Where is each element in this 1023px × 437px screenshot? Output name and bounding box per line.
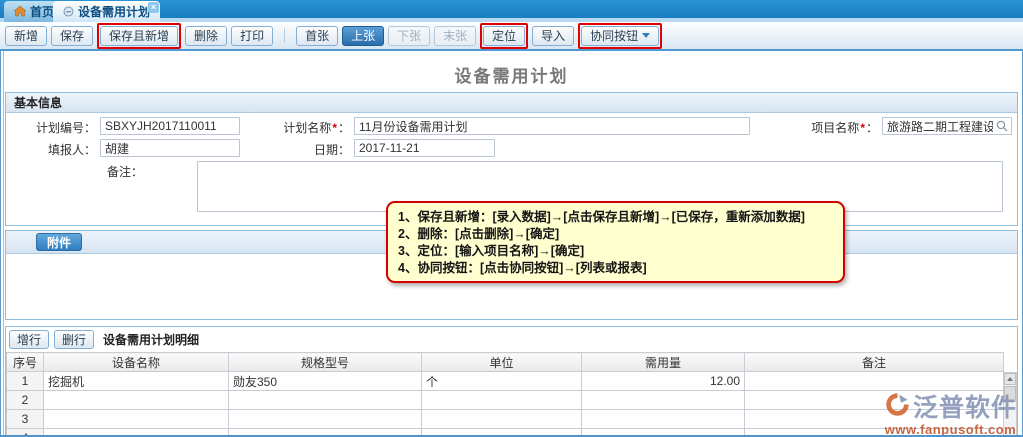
cell-no: 2 (7, 391, 44, 410)
vendor-watermark: 泛普软件 www.fanpusoft.com (884, 388, 1017, 437)
form-icon (63, 6, 74, 17)
required-mark: * (860, 121, 865, 135)
delete-row-button[interactable]: 删行 (54, 330, 94, 349)
table-row: 3 (7, 410, 1004, 429)
table-row: 2 (7, 391, 1004, 410)
reporter-label: 填报人： (8, 141, 96, 159)
collab-dropdown-label: 协同按钮 (590, 27, 638, 44)
app-window: 首页 设备需用计划 × 新增 保存 保存且新增 删除 打印 首张 上张 下张 末… (0, 0, 1023, 437)
home-icon (14, 6, 26, 17)
search-icon[interactable] (996, 120, 1008, 135)
cell-equipment-name[interactable]: 挖掘机 (44, 372, 229, 391)
tab-close-icon[interactable]: × (148, 2, 159, 13)
detail-table: 序号 设备名称 规格型号 单位 需用量 备注 1 挖掘机 勋友350 个 12.… (6, 352, 1004, 437)
vendor-logo-icon (884, 391, 911, 421)
frame-left-line (3, 51, 4, 437)
highlight-box-locate: 定位 (480, 23, 528, 49)
toolbar-separator (284, 28, 285, 43)
prev-record-button[interactable]: 上张 (342, 26, 384, 46)
required-mark: * (332, 121, 337, 135)
import-button[interactable]: 导入 (532, 26, 574, 46)
detail-section: 增行 删行 设备需用计划明细 序号 设备名称 规格型号 单位 需用量 备注 1 … (5, 326, 1018, 437)
add-row-button[interactable]: 增行 (9, 330, 49, 349)
plan-no-label: 计划编号： (8, 119, 96, 137)
vendor-brand: 泛普软件 (913, 388, 1017, 424)
basic-info-header: 基本信息 (6, 93, 1017, 113)
col-qty: 需用量 (582, 353, 745, 372)
date-field[interactable] (354, 139, 495, 157)
col-remark: 备注 (745, 353, 1004, 372)
callout-line: 4、协同按钮：[点击协同按钮]→[列表或报表] (398, 260, 833, 277)
tab-bar: 首页 设备需用计划 × (0, 0, 1023, 22)
cell-equipment-name[interactable] (44, 410, 229, 429)
attachment-button[interactable]: 附件 (36, 233, 82, 251)
callout-line: 3、定位：[输入项目名称]→[确定] (398, 243, 833, 260)
tab-home-label: 首页 (30, 3, 54, 20)
cell-model[interactable] (229, 410, 422, 429)
page-title: 设备需用计划 (0, 62, 1023, 87)
locate-button[interactable]: 定位 (483, 26, 525, 46)
new-button[interactable]: 新增 (5, 26, 47, 46)
highlight-box-save-and-new: 保存且新增 (97, 23, 181, 49)
tab-equipment-plan-label: 设备需用计划 (78, 3, 150, 20)
first-record-button[interactable]: 首张 (296, 26, 338, 46)
scroll-up-icon[interactable] (1004, 373, 1016, 385)
project-field[interactable] (882, 117, 1012, 135)
cell-model[interactable] (229, 391, 422, 410)
cell-qty[interactable] (582, 410, 745, 429)
cell-equipment-name[interactable] (44, 391, 229, 410)
col-no: 序号 (7, 353, 44, 372)
project-label: 项目名称*： (772, 119, 878, 137)
cell-no: 3 (7, 410, 44, 429)
plan-name-field[interactable] (354, 117, 750, 135)
instruction-callout: 1、保存且新增：[录入数据]→[点击保存且新增]→[已保存，重新添加数据] 2、… (386, 201, 845, 283)
cell-unit[interactable] (422, 410, 582, 429)
cell-unit[interactable] (422, 391, 582, 410)
chevron-down-icon (642, 33, 650, 38)
tab-equipment-plan[interactable]: 设备需用计划 × (53, 1, 160, 22)
highlight-box-collab: 协同按钮 (578, 23, 662, 49)
save-and-new-button[interactable]: 保存且新增 (100, 26, 178, 46)
table-row: 1 挖掘机 勋友350 个 12.00 (7, 372, 1004, 391)
col-equipment-name: 设备名称 (44, 353, 229, 372)
grid-title: 设备需用计划明细 (103, 331, 199, 348)
save-button[interactable]: 保存 (51, 26, 93, 46)
plan-no-field[interactable] (100, 117, 240, 135)
cell-qty[interactable] (582, 391, 745, 410)
grid-toolbar: 增行 删行 设备需用计划明细 (6, 327, 1017, 352)
collab-dropdown-button[interactable]: 协同按钮 (581, 26, 659, 46)
reporter-field[interactable] (100, 139, 240, 157)
col-model: 规格型号 (229, 353, 422, 372)
cell-unit[interactable]: 个 (422, 372, 582, 391)
remark-label: 备注： (55, 163, 143, 181)
delete-button[interactable]: 删除 (185, 26, 227, 46)
plan-name-label: 计划名称*： (258, 119, 350, 137)
date-label: 日期： (258, 141, 350, 159)
col-unit: 单位 (422, 353, 582, 372)
cell-model[interactable]: 勋友350 (229, 372, 422, 391)
print-button[interactable]: 打印 (231, 26, 273, 46)
cell-qty[interactable]: 12.00 (582, 372, 745, 391)
cell-no: 1 (7, 372, 44, 391)
callout-line: 1、保存且新增：[录入数据]→[点击保存且新增]→[已保存，重新添加数据] (398, 209, 833, 226)
last-record-button: 末张 (434, 26, 476, 46)
callout-line: 2、删除：[点击删除]→[确定] (398, 226, 833, 243)
basic-info-title: 基本信息 (14, 94, 62, 111)
next-record-button: 下张 (388, 26, 430, 46)
table-header-row: 序号 设备名称 规格型号 单位 需用量 备注 (7, 353, 1004, 372)
toolbar: 新增 保存 保存且新增 删除 打印 首张 上张 下张 末张 定位 导入 协同按钮 (0, 22, 1023, 51)
